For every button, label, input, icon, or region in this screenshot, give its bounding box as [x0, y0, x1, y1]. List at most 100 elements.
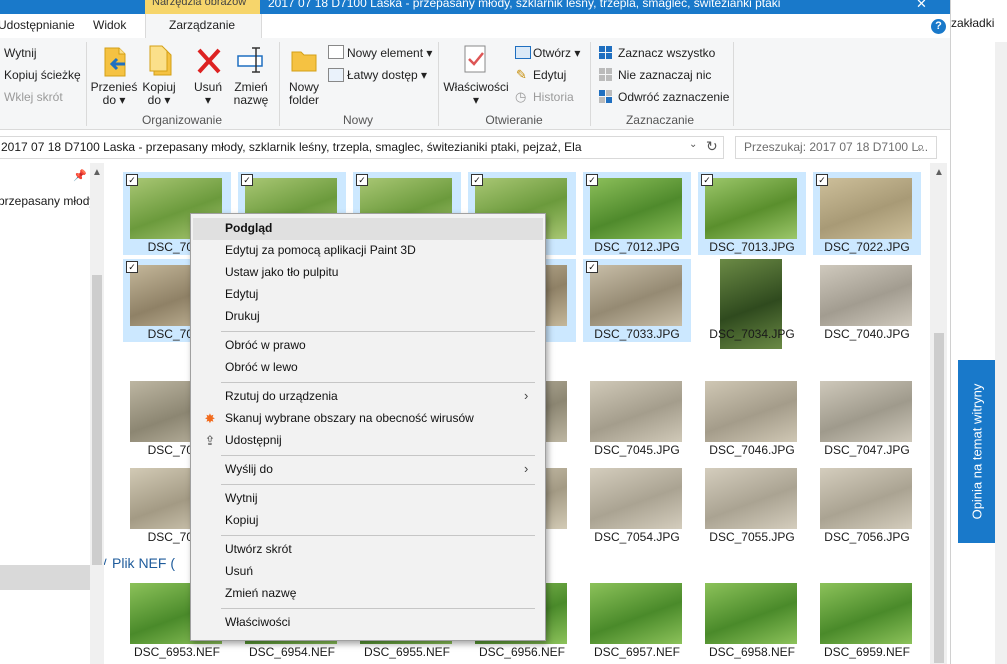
file-checkbox[interactable]: ✓: [586, 261, 598, 273]
file-tile[interactable]: DSC_7047.JPG: [813, 375, 921, 458]
menu-item-create-shortcut[interactable]: Utwórz skrót: [193, 539, 543, 561]
menu-item-share[interactable]: ⇪ Udostępnij: [193, 430, 543, 452]
file-checkbox[interactable]: ✓: [471, 174, 483, 186]
file-tile[interactable]: ✓ DSC_7022.JPG: [813, 172, 921, 255]
feedback-button[interactable]: Opinia na temat witryny: [958, 360, 995, 543]
thumbnail-image[interactable]: [590, 265, 682, 326]
tab-manage[interactable]: Zarządzanie: [169, 18, 235, 32]
address-bar[interactable]: 2017 07 18 D7100 Laska - przepasany młod…: [0, 136, 724, 159]
search-icon[interactable]: ⌕: [917, 139, 924, 155]
content-scrollbar[interactable]: ▲: [930, 163, 947, 664]
file-tile[interactable]: ✓ DSC_7033.JPG: [583, 259, 691, 342]
nav-selected-item[interactable]: [0, 565, 90, 590]
rename-button[interactable]: Zmień nazwę: [230, 81, 272, 107]
menu-item-rename[interactable]: Zmień nazwę: [193, 583, 543, 605]
nav-item-folder[interactable]: przepasany młody, s: [0, 194, 104, 208]
menu-item-delete[interactable]: Usuń: [193, 561, 543, 583]
menu-item-set-wallpaper[interactable]: Ustaw jako tło pulpitu: [193, 262, 543, 284]
refresh-icon[interactable]: ↻: [706, 138, 718, 155]
thumbnail-image[interactable]: [820, 583, 912, 644]
file-checkbox[interactable]: ✓: [816, 174, 828, 186]
tab-share[interactable]: Udostępnianie: [0, 18, 75, 32]
edit-button[interactable]: Edytuj: [533, 68, 566, 82]
easy-access-icon: [328, 68, 344, 82]
easy-access-button[interactable]: Łatwy dostęp ▾: [347, 68, 427, 82]
file-name: DSC_7047.JPG: [824, 443, 910, 457]
file-checkbox[interactable]: ✓: [241, 174, 253, 186]
menu-item-scan-virus[interactable]: ✸ Skanuj wybrane obszary na obecność wir…: [193, 408, 543, 430]
help-icon[interactable]: ?: [931, 19, 946, 34]
tab-view[interactable]: Widok: [93, 18, 126, 32]
select-none-button[interactable]: Nie zaznaczaj nic: [618, 68, 711, 82]
menu-item-edit[interactable]: Edytuj: [193, 284, 543, 306]
file-tile[interactable]: DSC_7054.JPG: [583, 462, 691, 545]
file-checkbox[interactable]: ✓: [701, 174, 713, 186]
thumbnail-image[interactable]: [590, 583, 682, 644]
nav-scroll-up-icon[interactable]: ▲: [92, 167, 102, 178]
file-tile[interactable]: DSC_7055.JPG: [698, 462, 806, 545]
file-checkbox[interactable]: ✓: [126, 261, 138, 273]
file-tile[interactable]: DSC_7056.JPG: [813, 462, 921, 545]
new-folder-button[interactable]: Nowy folder: [284, 81, 324, 107]
select-all-button[interactable]: Zaznacz wszystko: [618, 46, 715, 60]
menu-item-rotate-left[interactable]: Obróć w lewo: [193, 357, 543, 379]
file-tile[interactable]: ✓ DSC_7012.JPG: [583, 172, 691, 255]
menu-item-edit-paint3d[interactable]: Edytuj za pomocą aplikacji Paint 3D: [193, 240, 543, 262]
organize-group-label: Organizowanie: [141, 113, 223, 127]
address-dropdown-icon[interactable]: ⌄: [689, 139, 697, 150]
file-tile[interactable]: DSC_7046.JPG: [698, 375, 806, 458]
menu-item-properties[interactable]: Właściwości: [193, 612, 543, 634]
file-tile[interactable]: DSC_7040.JPG: [813, 259, 921, 342]
paste-shortcut-button[interactable]: Wklej skrót: [4, 90, 63, 104]
thumbnail-image[interactable]: [820, 468, 912, 529]
scrollbar-thumb[interactable]: [934, 333, 944, 663]
menu-item-preview[interactable]: Podgląd: [193, 218, 543, 240]
menu-item-cut[interactable]: Wytnij: [193, 488, 543, 510]
group-header-nef[interactable]: Plik NEF (: [112, 555, 175, 571]
thumbnail-image[interactable]: [590, 381, 682, 442]
browser-scrollbar[interactable]: [995, 42, 1007, 664]
file-checkbox[interactable]: ✓: [586, 174, 598, 186]
file-tile[interactable]: DSC_6959.NEF: [813, 577, 921, 660]
thumbnail-image[interactable]: [705, 468, 797, 529]
menu-item-cast-to-device[interactable]: Rzutuj do urządzenia ›: [193, 386, 543, 408]
menu-item-send-to[interactable]: Wyślij do ›: [193, 459, 543, 481]
properties-button[interactable]: Właściwości ▾: [443, 81, 509, 107]
nav-scrollbar-thumb[interactable]: [92, 275, 102, 565]
file-tile[interactable]: DSC_6957.NEF: [583, 577, 691, 660]
thumbnail-image[interactable]: [590, 178, 682, 239]
menu-item-rotate-right[interactable]: Obróć w prawo: [193, 335, 543, 357]
scroll-up-icon[interactable]: ▲: [934, 167, 944, 178]
invert-selection-button[interactable]: Odwróć zaznaczenie: [618, 90, 729, 104]
thumbnail-image[interactable]: [820, 178, 912, 239]
menu-item-copy[interactable]: Kopiuj: [193, 510, 543, 532]
move-to-button[interactable]: Przenieś do ▾: [90, 81, 138, 107]
file-checkbox[interactable]: ✓: [356, 174, 368, 186]
delete-button[interactable]: Usuń ▾: [188, 81, 228, 107]
thumbnail-image[interactable]: [590, 468, 682, 529]
new-item-button[interactable]: Nowy element ▾: [347, 46, 432, 60]
thumbnail-image[interactable]: [705, 583, 797, 644]
copy-path-button[interactable]: Kopiuj ścieżkę: [4, 68, 81, 82]
file-tile[interactable]: DSC_7045.JPG: [583, 375, 691, 458]
open-button[interactable]: Otwórz ▾: [533, 46, 580, 60]
file-tile[interactable]: DSC_7034.JPG: [698, 259, 806, 349]
search-input[interactable]: Przeszukaj: 2017 07 18 D7100 L... ⌕: [735, 136, 937, 159]
file-tile[interactable]: DSC_6958.NEF: [698, 577, 806, 660]
thumbnail-image[interactable]: [820, 381, 912, 442]
address-path[interactable]: 2017 07 18 D7100 Laska - przepasany młod…: [1, 140, 582, 154]
thumbnail-image[interactable]: [705, 381, 797, 442]
file-checkbox[interactable]: ✓: [126, 174, 138, 186]
history-button[interactable]: Historia: [533, 90, 574, 104]
thumbnail-image[interactable]: [705, 178, 797, 239]
copy-to-button[interactable]: Kopiuj do ▾: [136, 81, 182, 107]
cut-button[interactable]: Wytnij: [4, 46, 37, 60]
menu-item-print[interactable]: Drukuj: [193, 306, 543, 328]
close-button[interactable]: ✕: [916, 0, 927, 12]
file-tile[interactable]: ✓ DSC_7013.JPG: [698, 172, 806, 255]
bookmarks-label[interactable]: zakładki: [951, 16, 994, 30]
navigation-pane: 📌 przepasany młody, s ▲: [0, 163, 104, 664]
select-none-icon: [599, 68, 612, 81]
chevron-down-icon[interactable]: ∨: [104, 555, 108, 568]
thumbnail-image[interactable]: [820, 265, 912, 326]
